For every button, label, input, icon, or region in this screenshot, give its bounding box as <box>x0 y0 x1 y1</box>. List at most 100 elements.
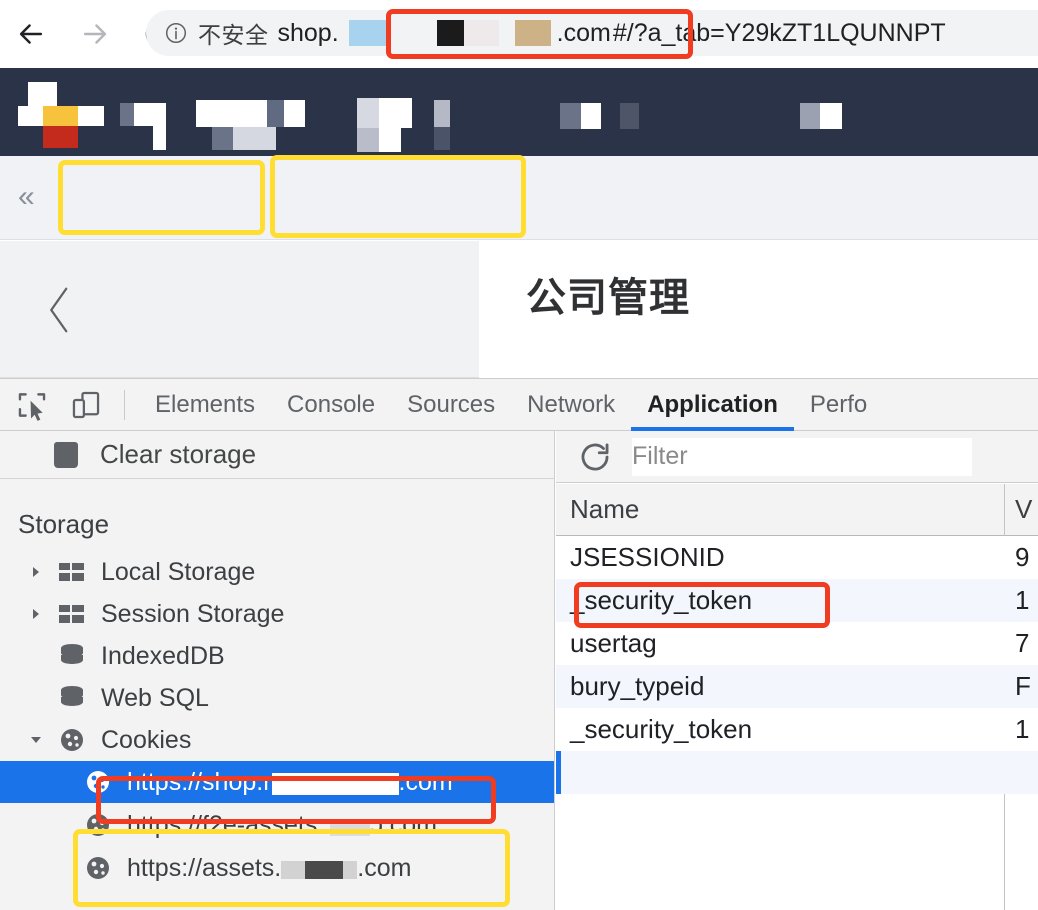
url-text: shop. .com #/?a_tab=Y29kZT1LQUNNPT <box>278 19 946 48</box>
cookie-origin-item-0[interactable]: https://shop.r :com <box>0 761 554 803</box>
site-tabstrip: « <box>0 156 1038 386</box>
chevron-right-icon[interactable] <box>26 564 46 580</box>
url-query: #/?a_tab=Y29kZT1LQUNNPT <box>612 18 946 47</box>
header-redaction-block-12 <box>284 100 305 127</box>
storage-tree-item-indexeddb[interactable]: IndexedDB <box>0 635 554 677</box>
origin-redaction-1 <box>305 860 344 879</box>
url-host-prefix: shop. <box>277 18 339 47</box>
cookies-table-panel: Name V JSESSIONID 9 _security_token 1 userta… <box>556 431 1038 910</box>
cookie-table-row[interactable]: JSESSIONID 9 <box>556 536 1038 579</box>
storage-tree-item-label: Web SQL <box>101 683 209 712</box>
filter-input[interactable] <box>632 437 972 476</box>
storage-tree-item-cookies[interactable]: Cookies <box>0 719 554 761</box>
header-redaction-block-10 <box>233 127 276 150</box>
origin-redaction-2 <box>343 860 358 879</box>
header-redaction-block-23 <box>820 103 842 129</box>
url-redaction-block-1 <box>436 20 464 46</box>
cookie-origin-prefix: https://shop.r <box>127 767 272 796</box>
cookie-origin-prefix: https://assets. <box>127 853 282 882</box>
site-header <box>0 68 1038 156</box>
cookie-origin-suffix: .com <box>357 853 412 882</box>
header-redaction-block-18 <box>434 127 450 150</box>
info-circle-icon[interactable] <box>164 21 188 45</box>
devtools-tab-elements[interactable]: Elements <box>139 379 271 431</box>
cookie-table-row[interactable]: _security_token 1 <box>556 708 1038 751</box>
cookie-name-cell: bury_typeid <box>570 671 705 701</box>
cookie-name-cell: JSESSIONID <box>570 542 725 572</box>
url-redaction-block-2 <box>463 20 499 46</box>
devtools-tab-network[interactable]: Network <box>511 379 631 431</box>
application-sidebar: Clear storage Storage Local Storage Sessi… <box>0 431 555 910</box>
url-redacted-blocks <box>339 20 557 46</box>
toolbar-divider <box>124 389 125 420</box>
cookies-filter-bar <box>556 431 1038 483</box>
back-button[interactable] <box>8 11 54 57</box>
url-host: shop. .com <box>278 19 611 48</box>
header-redaction-block-5 <box>120 103 134 126</box>
header-redaction-block-0 <box>28 82 57 108</box>
storage-tree-item-label: IndexedDB <box>101 641 225 670</box>
inspect-element-icon[interactable] <box>10 383 54 427</box>
storage-tree-item-local-storage[interactable]: Local Storage <box>0 551 554 593</box>
header-redaction-block-15 <box>379 128 401 152</box>
url-redaction-block-3 <box>514 20 551 46</box>
header-redaction-block-6 <box>134 103 153 126</box>
devtools-tab-sources[interactable]: Sources <box>391 379 511 431</box>
chevron-left-icon[interactable] <box>45 285 75 335</box>
header-redaction-block-11 <box>267 100 284 127</box>
chevron-double-left-icon[interactable]: « <box>18 182 35 212</box>
table-icon <box>58 601 88 627</box>
header-redaction-block-22 <box>800 103 820 129</box>
trash-icon <box>54 441 78 468</box>
storage-tree-item-label: Local Storage <box>101 557 256 586</box>
cookie-table-row[interactable]: _security_token 1 <box>556 579 1038 622</box>
storage-tree-item-label: Cookies <box>101 725 192 754</box>
header-redaction-block-20 <box>581 103 601 129</box>
cookie-table-row[interactable]: usertag 7 <box>556 622 1038 665</box>
devtools-tab-application[interactable]: Application <box>631 379 794 431</box>
column-header-value[interactable]: V <box>1015 494 1032 525</box>
cookie-value-cell: 1 <box>1015 585 1030 615</box>
forward-button[interactable] <box>72 11 118 57</box>
cookie-table-row[interactable]: bury_typeid F <box>556 665 1038 708</box>
storage-tree-item-session-storage[interactable]: Session Storage <box>0 593 554 635</box>
devtools-tab-list: Elements Console Sources Network Application… <box>139 379 883 431</box>
cookie-value-cell: 7 <box>1015 628 1030 658</box>
cookie-origin-item-2[interactable]: https://assets. .com <box>0 847 554 889</box>
cookie-origin-item-1[interactable]: https://f2e-assets. ɔ.com <box>0 804 554 846</box>
devtools-tab-perfo[interactable]: Perfo <box>794 379 883 431</box>
header-redaction-block-7 <box>153 103 166 150</box>
url-host-suffix: .com <box>556 18 611 47</box>
forward-arrow-icon <box>83 24 107 44</box>
device-toolbar-icon[interactable] <box>64 383 108 427</box>
address-bar[interactable]: 不安全 shop. .com #/?a_tab=Y29kZT1LQUNNPT <box>146 10 1038 56</box>
page-content: 公司管理 <box>0 241 1038 378</box>
cookie-value-cell: F <box>1015 671 1031 701</box>
row-focus-stripe <box>556 751 561 794</box>
chevron-right-icon[interactable] <box>26 606 46 622</box>
column-header-name[interactable]: Name <box>570 494 639 525</box>
header-redaction-block-9 <box>212 127 233 150</box>
cookie-origin-suffix: :com <box>398 767 453 796</box>
clear-storage-label: Clear storage <box>100 439 257 469</box>
header-redaction-block-17 <box>434 100 450 127</box>
clear-storage-item[interactable]: Clear storage <box>0 431 554 479</box>
cookie-name-cell: usertag <box>570 628 657 658</box>
cookie-name-cell: _security_token <box>570 585 753 615</box>
page-side-panel <box>0 241 479 378</box>
origin-redaction-0 <box>281 860 306 879</box>
back-arrow-icon <box>19 24 43 44</box>
header-redaction-block-14 <box>379 98 412 128</box>
cookie-origin-redacted <box>281 857 358 881</box>
database-icon <box>58 685 88 711</box>
cookie-icon <box>84 855 114 881</box>
refresh-icon[interactable] <box>578 440 612 474</box>
header-redaction-block-3 <box>43 126 78 148</box>
storage-tree-item-web-sql[interactable]: Web SQL <box>0 677 554 719</box>
devtools-toolbar: Elements Console Sources Network Application… <box>0 379 1038 431</box>
devtools-tab-console[interactable]: Console <box>271 379 391 431</box>
storage-section-title: Storage <box>18 509 110 539</box>
cookie-origin-redacted <box>324 814 371 838</box>
cookie-table-row[interactable] <box>556 751 1038 794</box>
chevron-down-icon[interactable] <box>26 732 46 748</box>
